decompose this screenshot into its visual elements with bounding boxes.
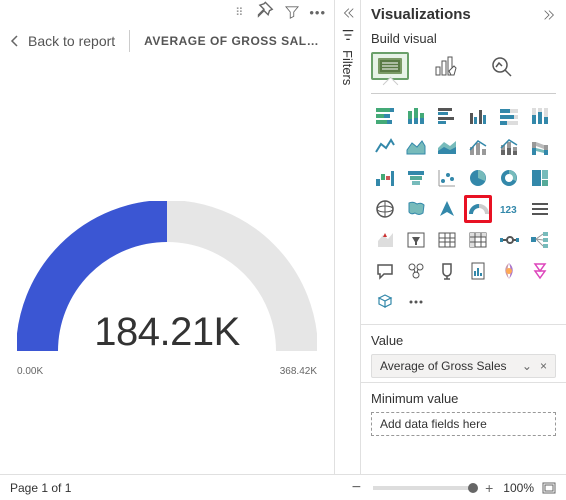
tab-format[interactable] bbox=[427, 52, 465, 80]
chevron-down-icon[interactable]: ⌄ bbox=[518, 359, 536, 373]
svg-text:123: 123 bbox=[500, 205, 517, 216]
viz-type-map[interactable] bbox=[371, 195, 399, 223]
viz-type-gauge[interactable] bbox=[464, 195, 492, 223]
gauge-value: 184.21K bbox=[17, 310, 317, 355]
viz-type-multi-row[interactable] bbox=[526, 195, 554, 223]
viz-type-kpi[interactable] bbox=[371, 226, 399, 254]
filter-icon[interactable] bbox=[285, 5, 299, 19]
zoom-out-button[interactable]: − bbox=[348, 479, 365, 497]
minvalue-dropzone[interactable]: Add data fields here bbox=[371, 412, 556, 436]
viz-type-100-stacked-bar[interactable] bbox=[495, 102, 523, 130]
filters-label: Filters bbox=[340, 50, 355, 85]
more-icon[interactable]: ••• bbox=[309, 5, 326, 20]
viz-type-stacked-area[interactable] bbox=[433, 133, 461, 161]
viz-type-stacked-column[interactable] bbox=[402, 102, 430, 130]
filter-icon bbox=[341, 28, 355, 42]
viz-type-r-visual[interactable] bbox=[495, 226, 523, 254]
fit-page-icon[interactable] bbox=[534, 482, 556, 494]
viz-type-line[interactable] bbox=[371, 133, 399, 161]
viz-type-card[interactable]: 123 bbox=[495, 195, 523, 223]
viz-type-funnel[interactable] bbox=[402, 164, 430, 192]
divider bbox=[129, 30, 130, 52]
gauge-visual[interactable]: 184.21K 0.00K 368.42K bbox=[0, 62, 334, 500]
viz-type-decomp[interactable] bbox=[526, 226, 554, 254]
viz-type-clustered-bar[interactable] bbox=[433, 102, 461, 130]
viz-type-pie[interactable] bbox=[464, 164, 492, 192]
visualizations-pane: Visualizations Build visual 123 Value Av… bbox=[361, 0, 566, 500]
viz-type-qna[interactable] bbox=[371, 257, 399, 285]
viz-type-waterfall[interactable] bbox=[371, 164, 399, 192]
viz-type-100-stacked-col[interactable] bbox=[526, 102, 554, 130]
viz-type-paginated[interactable] bbox=[464, 257, 492, 285]
value-field-label: Average of Gross Sales bbox=[380, 359, 518, 373]
viz-type-automate[interactable] bbox=[526, 257, 554, 285]
viz-type-goals[interactable] bbox=[433, 257, 461, 285]
value-section-title: Value bbox=[371, 333, 556, 348]
viz-type-area[interactable] bbox=[402, 133, 430, 161]
filters-pane-collapsed[interactable]: Filters bbox=[335, 0, 361, 500]
pin-icon[interactable] bbox=[253, 1, 275, 23]
zoom-label: 100% bbox=[497, 481, 534, 495]
visual-title: AVERAGE OF GROSS SAL… bbox=[144, 34, 319, 48]
expand-pane-icon[interactable] bbox=[542, 8, 556, 22]
gauge-min: 0.00K bbox=[17, 366, 43, 377]
tab-analytics[interactable] bbox=[483, 52, 521, 80]
viz-type-treemap[interactable] bbox=[526, 164, 554, 192]
visual-type-grid: 123 bbox=[361, 102, 566, 324]
viz-type-stacked-bar[interactable] bbox=[371, 102, 399, 130]
back-label: Back to report bbox=[28, 33, 115, 49]
viz-type-ribbon[interactable] bbox=[526, 133, 554, 161]
viz-type-power-apps[interactable] bbox=[495, 257, 523, 285]
viz-type-matrix[interactable] bbox=[464, 226, 492, 254]
build-visual-label: Build visual bbox=[361, 29, 566, 52]
viz-type-line-col[interactable] bbox=[464, 133, 492, 161]
viz-type-scatter[interactable] bbox=[433, 164, 461, 192]
grip-icon[interactable]: ⠿ bbox=[235, 6, 243, 19]
remove-field-icon[interactable]: × bbox=[536, 359, 551, 373]
viz-type-slicer[interactable] bbox=[402, 226, 430, 254]
viz-type-clustered-column[interactable] bbox=[464, 102, 492, 130]
zoom-slider[interactable] bbox=[373, 486, 473, 490]
gauge-max: 368.42K bbox=[280, 366, 317, 377]
page-indicator[interactable]: Page 1 of 1 bbox=[10, 481, 71, 495]
viz-type-table[interactable] bbox=[433, 226, 461, 254]
viz-type-py[interactable] bbox=[371, 288, 399, 316]
viz-type-key-influencers[interactable] bbox=[402, 257, 430, 285]
zoom-in-button[interactable]: + bbox=[481, 480, 497, 496]
status-bar: Page 1 of 1 − + 100% bbox=[0, 474, 566, 500]
viz-type-more[interactable] bbox=[402, 288, 430, 316]
viz-type-azure-map[interactable] bbox=[433, 195, 461, 223]
viz-type-donut[interactable] bbox=[495, 164, 523, 192]
visual-header-toolbar: ⠿ ••• bbox=[0, 0, 334, 24]
viz-type-filled-map[interactable] bbox=[402, 195, 430, 223]
pane-title: Visualizations bbox=[371, 6, 471, 23]
expand-filters-icon[interactable] bbox=[341, 6, 355, 20]
viz-type-line-col-stacked[interactable] bbox=[495, 133, 523, 161]
value-field-pill[interactable]: Average of Gross Sales ⌄ × bbox=[371, 354, 556, 378]
minvalue-section-title: Minimum value bbox=[371, 391, 556, 406]
back-button[interactable]: Back to report bbox=[10, 33, 115, 49]
